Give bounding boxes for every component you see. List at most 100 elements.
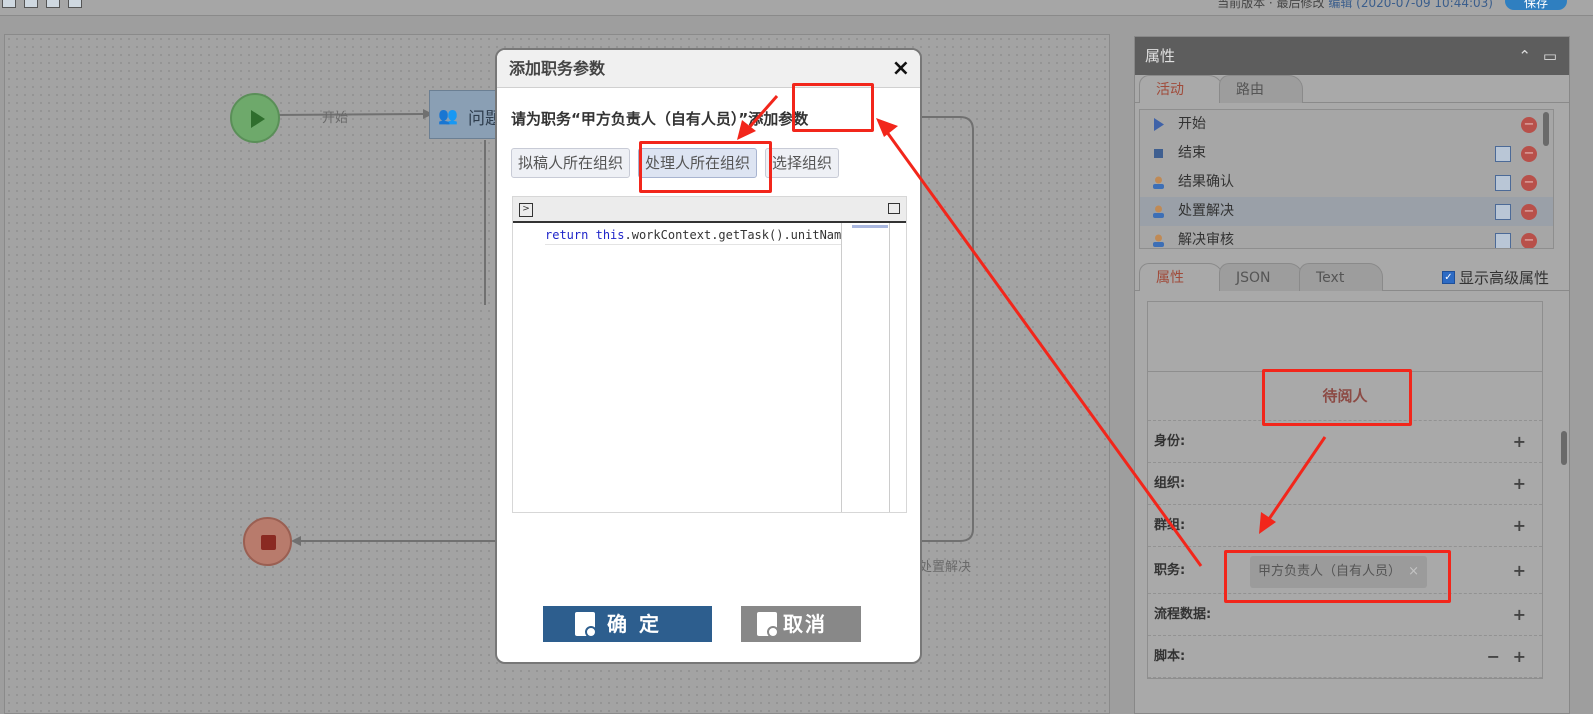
- property-scrollbar[interactable]: [1561, 431, 1567, 465]
- list-item[interactable]: 结束 −: [1140, 139, 1553, 168]
- top-save-button[interactable]: 保存: [1505, 0, 1567, 10]
- top-toolbar: 当前版本 · 最后修改 编辑 (2020-07-09 10:44:03) 保存: [0, 0, 1593, 16]
- version-status-text: 当前版本 · 最后修改: [1217, 0, 1325, 10]
- script-row: 脚本: − +: [1148, 636, 1542, 678]
- start-edge-label: 开始: [322, 111, 349, 126]
- list-item[interactable]: 结果确认 −: [1140, 168, 1553, 197]
- maximize-icon[interactable]: ▭: [1543, 37, 1557, 75]
- start-node[interactable]: [230, 93, 280, 143]
- editor-minimap-edge: [889, 223, 890, 512]
- save-icon[interactable]: [2, 0, 16, 8]
- delete-icon[interactable]: −: [1521, 117, 1537, 133]
- tab-json[interactable]: JSON: [1219, 263, 1303, 291]
- cancel-label: 取消: [783, 612, 827, 636]
- bottom-edge-label: 处置解决: [919, 560, 972, 575]
- add-duty-icon[interactable]: +: [1513, 547, 1526, 594]
- identity-row: 身份: +: [1148, 421, 1542, 463]
- activity-list-scrollbar[interactable]: [1543, 112, 1549, 146]
- code-keyword-this: this: [595, 228, 625, 242]
- org-label: 组织:: [1154, 476, 1186, 491]
- property-panel-title: 属性: [1145, 47, 1176, 65]
- property-top-blank: [1148, 302, 1542, 372]
- annotation-box-duty-chip: [1224, 550, 1451, 603]
- tab-routes[interactable]: 路由: [1219, 75, 1303, 103]
- editor-divider: [841, 223, 842, 512]
- tab-properties[interactable]: 属性: [1139, 263, 1223, 291]
- close-icon[interactable]: ×: [892, 50, 910, 88]
- activity-label: 结束: [1178, 145, 1206, 161]
- annotation-box-handler-org: [639, 141, 772, 193]
- list-item[interactable]: 解决审核 −: [1140, 226, 1553, 248]
- editor-toolbar: >: [513, 197, 906, 223]
- collapse-icon[interactable]: ⌃: [1518, 37, 1531, 75]
- property-panel-header: 属性 ⌃ ▭: [1135, 37, 1569, 75]
- property-area: 待阅人 身份: + 组织: + 群组: + 职务: 甲方负责人（自有人员） × …: [1147, 301, 1543, 679]
- user-icon: [1153, 176, 1164, 189]
- confirm-label: 确定: [607, 612, 671, 636]
- panel-tabs-top: 活动 路由: [1135, 75, 1569, 103]
- version-status-link[interactable]: 编辑 (2020-07-09 10:44:03): [1328, 0, 1493, 10]
- list-item[interactable]: 处置解决 −: [1140, 197, 1553, 226]
- version-status: 当前版本 · 最后修改 编辑 (2020-07-09 10:44:03): [1217, 0, 1493, 11]
- delete-icon[interactable]: −: [1521, 233, 1537, 248]
- image-icon[interactable]: [46, 0, 60, 8]
- remove-script-icon[interactable]: −: [1487, 636, 1500, 678]
- confirm-button[interactable]: 确定: [543, 606, 712, 642]
- delete-icon[interactable]: −: [1521, 204, 1537, 220]
- activity-label: 解决审核: [1178, 232, 1234, 248]
- document-check-icon: [575, 612, 597, 638]
- copy-icon[interactable]: [1495, 233, 1511, 248]
- editor-code-line[interactable]: return this.workContext.getTask().unitNa…: [545, 225, 841, 245]
- group-label: 群组:: [1154, 518, 1186, 533]
- copy-icon[interactable]: [1495, 204, 1511, 220]
- copy-icon[interactable]: [1495, 146, 1511, 162]
- toolbar-icons: [2, 0, 82, 8]
- checkbox-icon[interactable]: ✓: [1441, 271, 1455, 284]
- end-edge-arrow: [291, 536, 301, 546]
- check-icon[interactable]: [24, 0, 38, 8]
- user-icon: [1153, 205, 1164, 218]
- list-icon[interactable]: [68, 0, 82, 8]
- code-rest: .workContext.getTask().unitName;: [624, 228, 842, 242]
- select-org-button[interactable]: 选择组织: [765, 148, 840, 178]
- duty-label: 职务:: [1154, 563, 1186, 578]
- add-org-icon[interactable]: +: [1513, 463, 1526, 505]
- play-icon: [251, 110, 265, 128]
- document-cancel-icon: [757, 612, 779, 638]
- add-flow-data-icon[interactable]: +: [1513, 594, 1526, 636]
- add-group-icon[interactable]: +: [1513, 505, 1526, 547]
- stop-icon: [261, 535, 276, 550]
- activity-label: 处置解决: [1178, 203, 1234, 219]
- script-editor[interactable]: > return this.workContext.getTask().unit…: [512, 196, 907, 513]
- copy-icon[interactable]: [1495, 175, 1511, 191]
- activity-node[interactable]: 👥 问题: [429, 90, 502, 139]
- flow-data-label: 流程数据:: [1154, 607, 1212, 622]
- restore-window-icon[interactable]: [888, 203, 900, 214]
- delete-icon[interactable]: −: [1521, 175, 1537, 191]
- dialog-title: 添加职务参数: [509, 59, 606, 78]
- editor-minimap-line: [852, 225, 888, 228]
- delete-icon[interactable]: −: [1521, 146, 1537, 162]
- advanced-toggle[interactable]: ✓ 显示高级属性: [1441, 267, 1549, 288]
- add-script-icon[interactable]: +: [1513, 636, 1526, 678]
- tab-text[interactable]: Text: [1299, 263, 1383, 291]
- cancel-button[interactable]: 取消: [741, 606, 861, 642]
- activity-label: 结果确认: [1178, 174, 1234, 190]
- org-row: 组织: +: [1148, 463, 1542, 505]
- loop-edge[interactable]: [915, 116, 974, 542]
- list-item[interactable]: 开始 −: [1140, 110, 1553, 139]
- script-label: 脚本:: [1154, 649, 1186, 664]
- drafter-org-button[interactable]: 拟稿人所在组织: [511, 148, 631, 178]
- add-identity-icon[interactable]: +: [1513, 421, 1526, 463]
- prompt-prefix: 请为职务“甲方负责人（自有人员）”: [511, 110, 749, 128]
- start-edge[interactable]: [274, 113, 424, 116]
- end-icon: [1154, 149, 1163, 158]
- start-icon: [1154, 118, 1164, 131]
- console-icon[interactable]: >: [519, 203, 533, 217]
- activity-label: 开始: [1178, 116, 1206, 132]
- tab-activities[interactable]: 活动: [1139, 75, 1223, 103]
- annotation-box-reader: [1262, 369, 1412, 426]
- end-node[interactable]: [243, 517, 292, 566]
- activity-list: 开始 − 结束 − 结果确认 − 处置解决 − 解决审核 −: [1139, 109, 1554, 249]
- group-row: 群组: +: [1148, 505, 1542, 547]
